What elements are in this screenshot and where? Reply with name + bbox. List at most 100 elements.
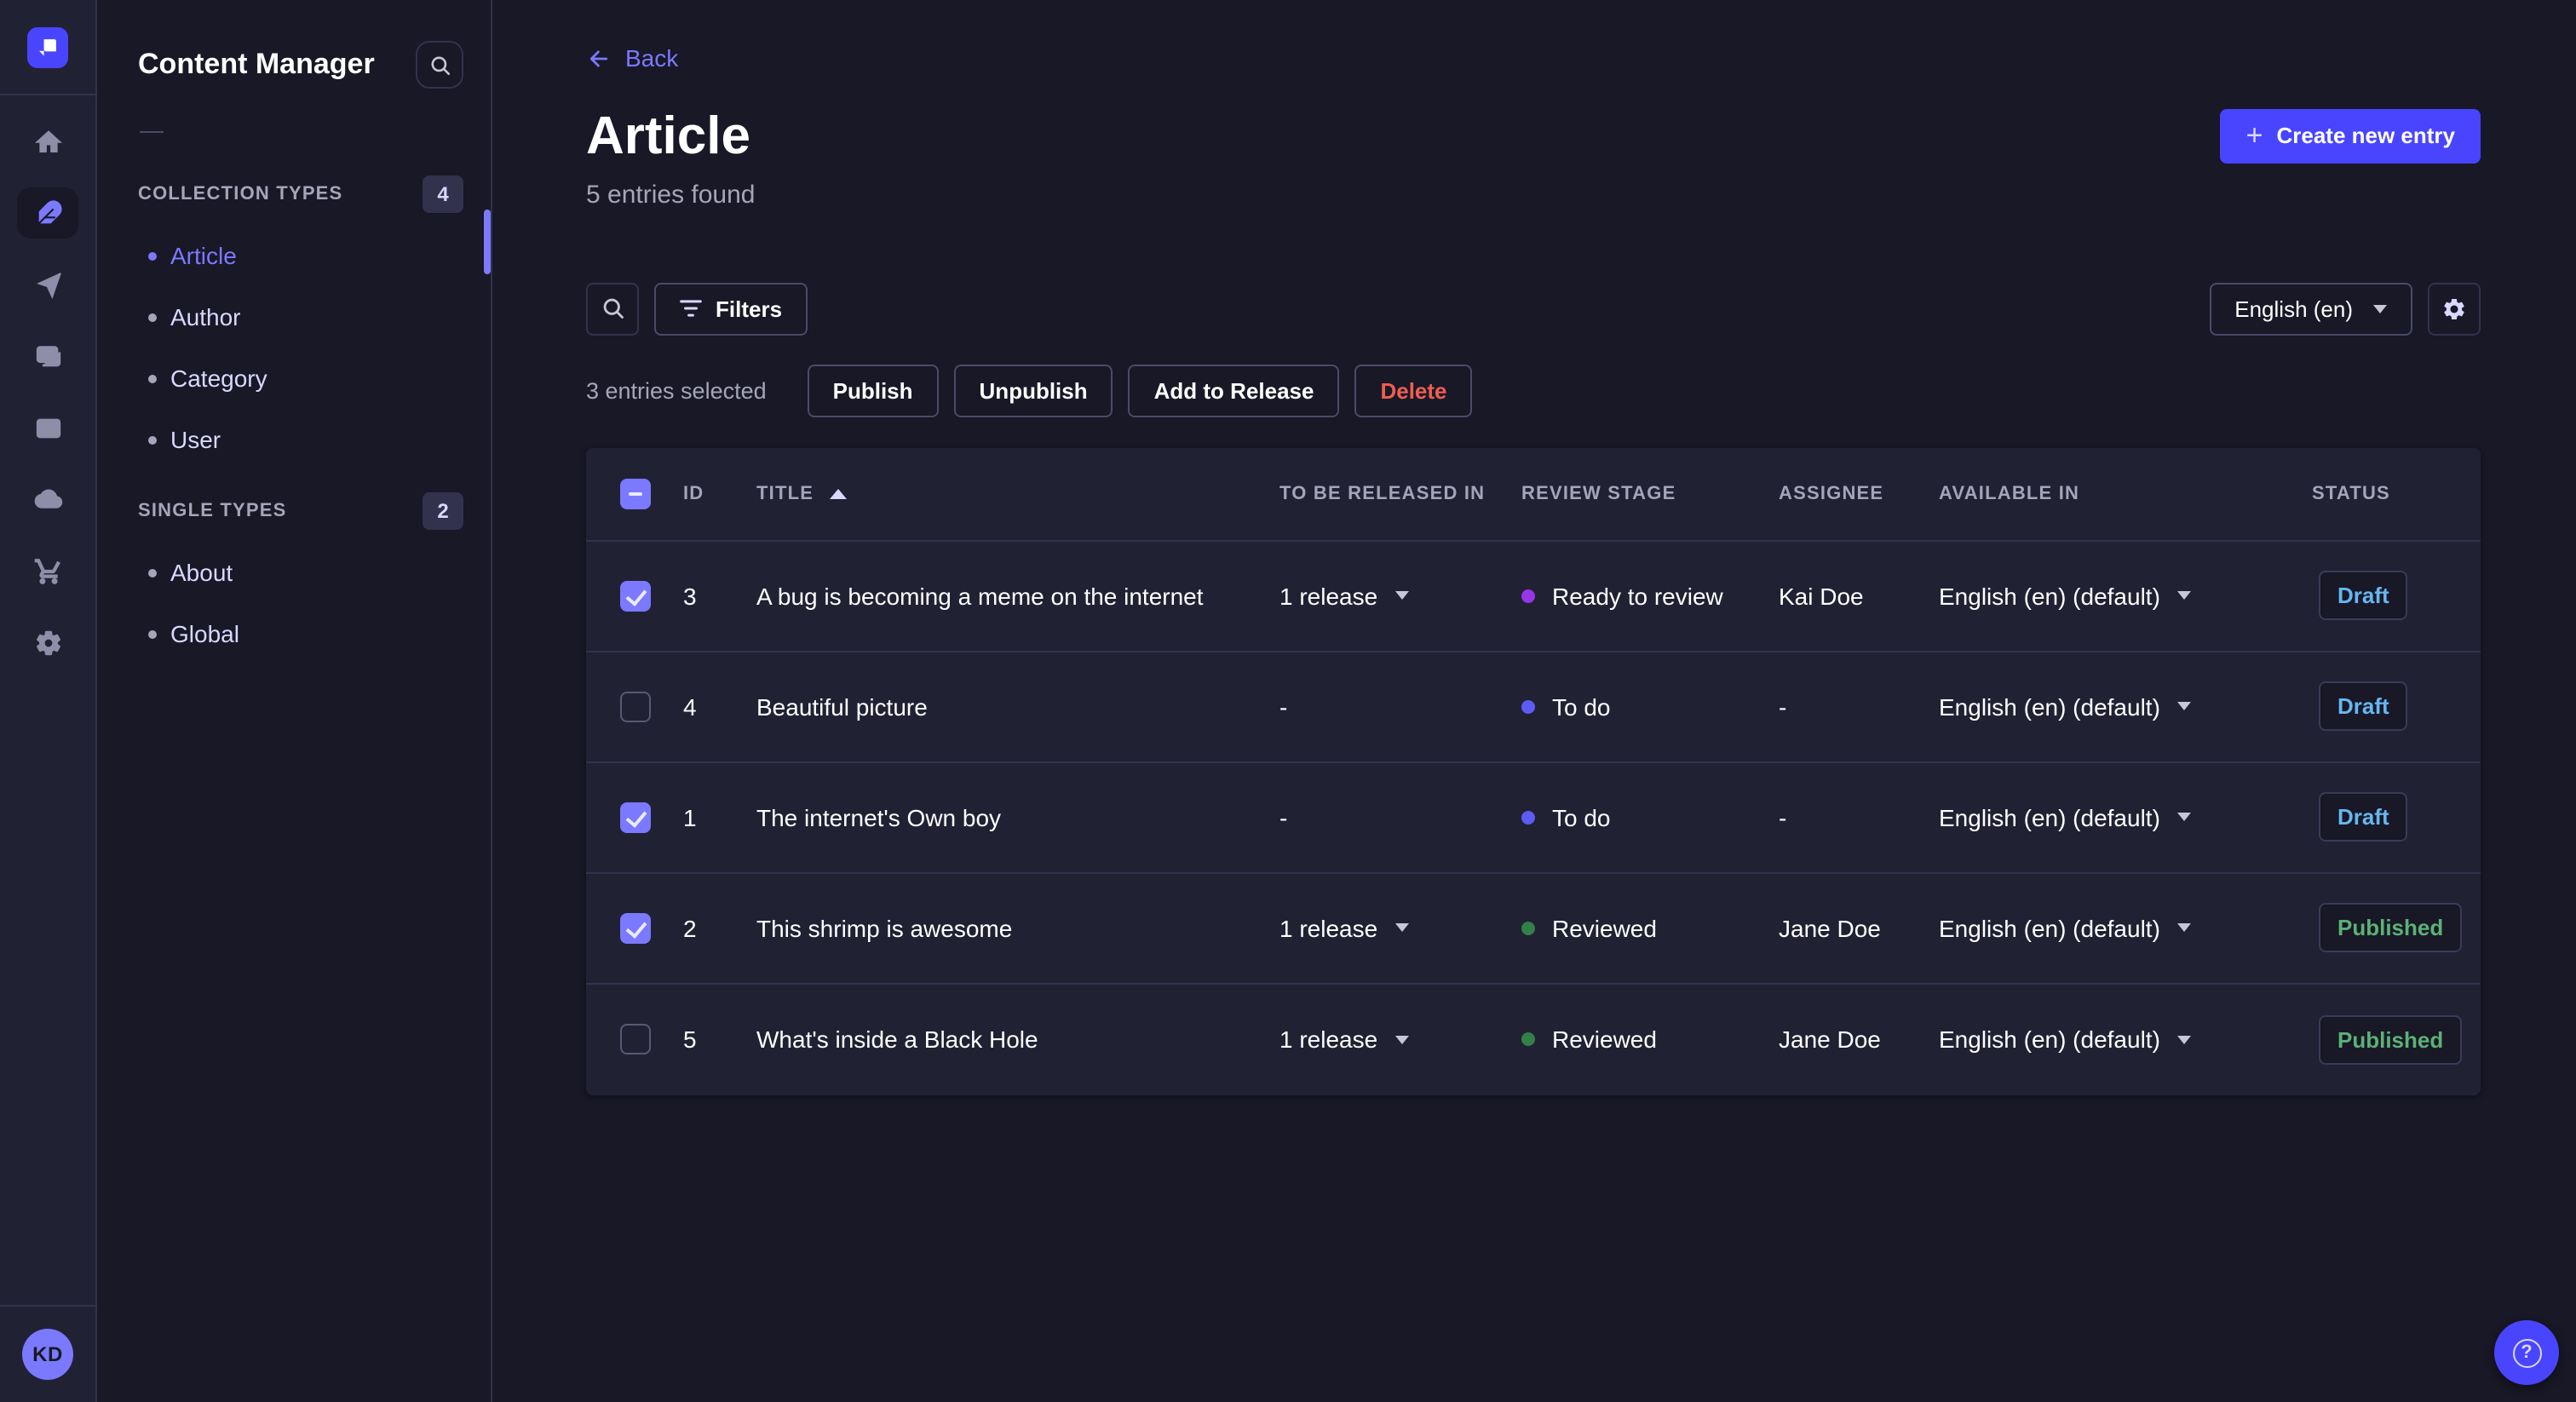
column-header-review-stage[interactable]: REVIEW STAGE [1521,483,1779,503]
gear-icon [2444,298,2464,319]
sidebar-item-category[interactable]: Category [97,348,491,409]
cell-review-stage: To do [1521,692,1779,720]
row-checkbox[interactable] [620,580,651,611]
bullet-icon [148,374,157,382]
nav-marketplace[interactable] [17,545,78,596]
nav-home[interactable] [17,116,78,167]
nav-media-library[interactable] [17,330,78,382]
workplace-logo-cell[interactable] [0,0,95,95]
bullet-icon [148,251,157,260]
table-row[interactable]: 4 Beautiful picture - To do - English (e… [586,652,2481,762]
cell-available-in: English (en) (default) [1939,582,2312,609]
sidebar-item-article[interactable]: Article [97,225,491,286]
create-new-entry-button[interactable]: + Create new entry [2220,108,2481,163]
entries-table: ID TITLE TO BE RELEASED IN REVIEW STAGE … [586,447,2481,1095]
stage-dot [1521,810,1535,824]
release-caret[interactable] [1394,923,1409,932]
chevron-down-icon [2373,304,2387,313]
help-button[interactable]: ? [2494,1320,2559,1385]
column-header-available-in[interactable]: AVAILABLE IN [1939,483,2312,503]
column-header-status[interactable]: STATUS [2312,483,2481,503]
nav-content-type-builder[interactable] [17,402,78,453]
cell-review-stage: To do [1521,803,1779,830]
cell-release: 1 release [1279,1026,1521,1053]
user-avatar[interactable]: KD [22,1329,73,1380]
cell-title: The internet's Own boy [756,803,1002,830]
section-single-types: SINGLE TYPES 2 [97,492,491,530]
sidebar-item-about[interactable]: About [97,542,491,603]
add-to-release-button[interactable]: Add to Release [1128,364,1340,417]
table-row[interactable]: 3 A bug is becoming a meme on the intern… [586,541,2481,652]
cell-id: 2 [683,914,697,941]
cell-id: 1 [683,803,697,830]
locale-caret[interactable] [2176,923,2191,932]
cell-title: Beautiful picture [756,692,928,720]
row-checkbox[interactable] [620,912,651,943]
select-all-checkbox[interactable] [620,478,651,509]
locale-caret[interactable] [2176,702,2191,710]
section-collection-types: COLLECTION TYPES 4 [97,175,491,213]
cell-id: 4 [683,692,697,720]
locale-select[interactable]: English (en) [2209,282,2412,335]
nav-deploy[interactable] [17,474,78,525]
delete-button[interactable]: Delete [1354,364,1473,417]
subnav-title: Content Manager [138,48,375,80]
cell-review-stage: Reviewed [1521,914,1779,941]
subnav-divider [140,131,164,133]
cell-id: 5 [683,1026,697,1053]
sidebar-item-global[interactable]: Global [97,603,491,664]
sidebar-item-user[interactable]: User [97,409,491,470]
bulk-actions-row: 3 entries selected Publish Unpublish Add… [586,364,2481,417]
cell-status: Published [2312,1014,2481,1064]
back-link[interactable]: Back [586,44,678,72]
locale-caret[interactable] [2176,1035,2191,1043]
column-header-assignee[interactable]: ASSIGNEE [1779,483,1939,503]
locale-caret[interactable] [2176,813,2191,821]
nav-content-manager[interactable] [17,187,78,238]
row-checkbox[interactable] [620,1024,651,1054]
stage-dot [1521,921,1535,934]
nav-icon-list [17,116,78,668]
toolbar: Filters English (en) [586,282,2481,335]
collection-types-count: 4 [423,175,463,213]
publish-button[interactable]: Publish [807,364,939,417]
main-nav-rail: KD [0,0,97,1402]
search-button[interactable] [586,282,639,335]
row-checkbox[interactable] [620,802,651,832]
plus-icon: + [2245,119,2263,152]
nav-settings[interactable] [17,617,78,668]
subnav-search-button[interactable] [416,41,463,89]
row-checkbox[interactable] [620,691,651,721]
bullet-icon [148,435,157,444]
column-header-id[interactable]: ID [683,483,756,503]
arrow-left-icon [589,49,608,66]
search-icon [430,55,450,75]
sidebar-item-author[interactable]: Author [97,286,491,348]
release-caret[interactable] [1394,1035,1409,1043]
unpublish-button[interactable]: Unpublish [953,364,1113,417]
bullet-icon [148,568,157,577]
column-header-release[interactable]: TO BE RELEASED IN [1279,483,1521,503]
view-settings-button[interactable] [2428,282,2481,335]
cell-available-in: English (en) (default) [1939,914,2312,941]
cart-icon [33,558,60,583]
active-item-indicator [484,210,491,274]
status-badge: Published [2319,1014,2463,1064]
status-badge: Draft [2319,681,2408,731]
column-header-title[interactable]: TITLE [756,483,1279,503]
filters-button[interactable]: Filters [654,282,808,335]
cell-available-in: English (en) (default) [1939,803,2312,830]
nav-releases[interactable] [17,259,78,310]
table-row[interactable]: 1 The internet's Own boy - To do - Engli… [586,762,2481,873]
page-title: Article [586,105,750,164]
table-row[interactable]: 2 This shrimp is awesome 1 release Revie… [586,873,2481,984]
cell-assignee: Jane Doe [1779,914,1881,941]
locale-caret[interactable] [2176,591,2191,600]
cell-release: 1 release [1279,914,1521,941]
stage-dot [1521,589,1535,602]
table-row[interactable]: 5 What's inside a Black Hole 1 release R… [586,984,2481,1095]
table-header-row: ID TITLE TO BE RELEASED IN REVIEW STAGE … [586,447,2481,541]
release-caret[interactable] [1394,591,1409,600]
bullet-icon [148,313,157,321]
app-root: KD Content Manager COLLECTION TYPES 4 Ar… [0,0,2576,1402]
